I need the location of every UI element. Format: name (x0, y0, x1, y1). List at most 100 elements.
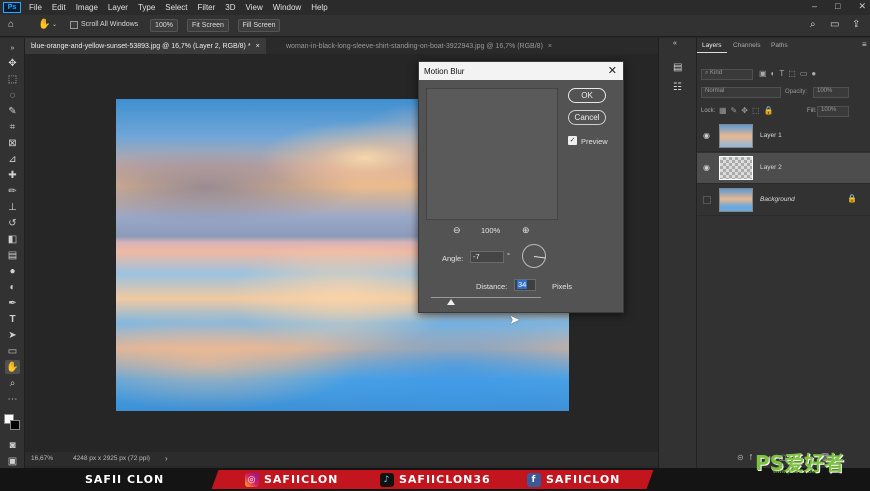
zoom-in-icon[interactable]: ⊕ (522, 225, 530, 236)
collapse-icon[interactable]: » (5, 41, 20, 55)
distance-slider[interactable] (431, 297, 541, 298)
ok-button[interactable]: OK (568, 88, 606, 103)
move-tool-icon[interactable]: ✥ (5, 56, 20, 70)
tools-panel: » ✥ ⬚ ◌ ✎ ⌗ ⊠ ⊿ ✚ ✏ ⊥ ↺ ◧ ▤ ● ◐ ✒ T ➤ ▭ … (0, 38, 25, 468)
layer-filter-icons[interactable]: ▣◐T⬚▭● (759, 69, 820, 78)
distance-input[interactable]: 34 (514, 279, 536, 291)
more-tools-icon[interactable]: ⋯ (5, 392, 20, 406)
filter-preview[interactable] (426, 88, 558, 220)
properties-panel-icon[interactable]: ☷ (673, 82, 682, 93)
hand-tool-active-icon[interactable]: ✋ (5, 360, 20, 374)
blend-mode-select[interactable]: Normal (701, 87, 781, 98)
zoom-out-icon[interactable]: ⊖ (453, 225, 461, 236)
rectangle-tool-icon[interactable]: ▭ (5, 344, 20, 358)
home-icon[interactable]: ⌂ (8, 19, 14, 30)
eyedropper-icon[interactable]: ⊿ (5, 152, 20, 166)
layer-name: Layer 1 (760, 132, 782, 139)
close-icon[interactable]: ✕ (608, 64, 617, 77)
close-window-icon[interactable]: ✕ (858, 1, 866, 12)
options-bar: ⌂ ✋ ⌄ Scroll All Windows 100% Fit Screen… (0, 15, 870, 37)
menu-filter[interactable]: Filter (193, 3, 221, 12)
menu-image[interactable]: Image (71, 3, 103, 12)
tiktok-handle: ♪ SAFIICLON36 (380, 468, 491, 491)
healing-brush-icon[interactable]: ✚ (5, 168, 20, 182)
scroll-all-checkbox[interactable] (70, 21, 78, 29)
zoom-100-button[interactable]: 100% (150, 19, 178, 32)
dialog-titlebar[interactable]: Motion Blur (419, 62, 623, 80)
angle-dial[interactable] (522, 244, 546, 268)
layer-row-background[interactable]: Background 🔒 (697, 185, 870, 216)
eye-icon[interactable]: ◉ (703, 131, 710, 140)
screen-mode-icon[interactable]: ▣ (5, 454, 20, 468)
history-panel-icon[interactable]: ▤ (673, 62, 682, 73)
angle-label: Angle: (442, 254, 464, 263)
layer-row-layer-2[interactable]: ◉ Layer 2 (697, 153, 870, 184)
expand-panels-icon[interactable]: « (673, 40, 677, 47)
frame-tool-icon[interactable]: ⊠ (5, 136, 20, 150)
menu-view[interactable]: View (241, 3, 268, 12)
tab-document-2[interactable]: woman-in-black-long-sleeve-shirt-standin… (280, 38, 558, 54)
zoom-tool-icon[interactable]: ⌕ (5, 376, 20, 390)
blur-tool-icon[interactable]: ● (5, 264, 20, 278)
menu-window[interactable]: Window (268, 3, 306, 12)
gradient-tool-icon[interactable]: ▤ (5, 248, 20, 262)
share-icon[interactable]: ⇪ (852, 19, 860, 30)
panel-menu-icon[interactable]: ≡ (862, 40, 867, 49)
lock-icons[interactable]: ▦✎✥⬚🔒 (719, 106, 777, 115)
maximize-icon[interactable]: □ (835, 1, 840, 12)
eye-icon[interactable]: ◉ (703, 163, 710, 172)
fill-label: Fill: (807, 108, 817, 114)
close-tab-icon[interactable]: × (256, 43, 260, 50)
fill-screen-button[interactable]: Fill Screen (238, 19, 280, 32)
tab-channels[interactable]: Channels (728, 38, 765, 53)
layer-row-layer-1[interactable]: ◉ Layer 1 (697, 121, 870, 152)
tab-layers[interactable]: Layers (697, 38, 727, 53)
crop-tool-icon[interactable]: ⌗ (5, 120, 20, 134)
tab-document-1[interactable]: blue-orange-and-yellow-sunset-53893.jpg … (25, 38, 266, 54)
clone-stamp-icon[interactable]: ⊥ (5, 200, 20, 214)
close-tab-icon[interactable]: × (548, 43, 552, 50)
quick-mask-icon[interactable]: ◙ (5, 438, 20, 452)
history-brush-icon[interactable]: ↺ (5, 216, 20, 230)
search-icon[interactable]: ⌕ (810, 19, 816, 30)
workspace-icon[interactable]: ▭ (830, 19, 839, 30)
fill-input[interactable]: 100% (817, 106, 849, 117)
zoom-level[interactable]: 16,67% (31, 455, 53, 462)
dialog-title: Motion Blur (424, 66, 465, 76)
minimize-icon[interactable]: – (812, 1, 817, 12)
marquee-tool-icon[interactable]: ⬚ (5, 72, 20, 86)
hand-tool-icon[interactable]: ✋ (38, 19, 50, 30)
menu-3d[interactable]: 3D (220, 3, 240, 12)
brush-tool-icon[interactable]: ✏ (5, 184, 20, 198)
menu-help[interactable]: Help (306, 3, 332, 12)
menu-edit[interactable]: Edit (47, 3, 71, 12)
chevron-right-icon[interactable]: › (165, 454, 168, 463)
fit-screen-button[interactable]: Fit Screen (187, 19, 229, 32)
watermark-url: www.psahz.com (773, 469, 817, 475)
background-color-swatch[interactable] (10, 420, 20, 430)
layer-filter-kind[interactable]: ⌕ Kind (701, 69, 753, 80)
eraser-tool-icon[interactable]: ◧ (5, 232, 20, 246)
cancel-button[interactable]: Cancel (568, 110, 606, 125)
type-tool-icon[interactable]: T (5, 312, 20, 326)
distance-slider-thumb[interactable] (446, 299, 455, 305)
menu-layer[interactable]: Layer (103, 3, 133, 12)
dodge-tool-icon[interactable]: ◐ (5, 280, 20, 294)
quick-select-icon[interactable]: ✎ (5, 104, 20, 118)
preview-checkbox[interactable]: ✓ (568, 136, 577, 145)
opacity-input[interactable]: 100% (813, 87, 849, 98)
path-select-icon[interactable]: ➤ (5, 328, 20, 342)
menu-select[interactable]: Select (160, 3, 192, 12)
menu-type[interactable]: Type (133, 3, 160, 12)
photoshop-logo[interactable]: Ps (3, 2, 21, 13)
angle-input[interactable]: -7 (470, 251, 504, 263)
motion-blur-dialog: Motion Blur ✕ ⊖ 100% ⊕ OK Cancel ✓ Previ… (418, 61, 624, 313)
lasso-tool-icon[interactable]: ◌ (5, 88, 20, 102)
tiktok-icon: ♪ (380, 472, 394, 487)
chevron-down-icon[interactable]: ⌄ (52, 21, 57, 28)
menu-file[interactable]: File (24, 3, 47, 12)
pen-tool-icon[interactable]: ✒ (5, 296, 20, 310)
visibility-toggle-off[interactable] (703, 196, 711, 204)
lock-label: Lock: (701, 108, 716, 114)
tab-paths[interactable]: Paths (766, 38, 793, 53)
